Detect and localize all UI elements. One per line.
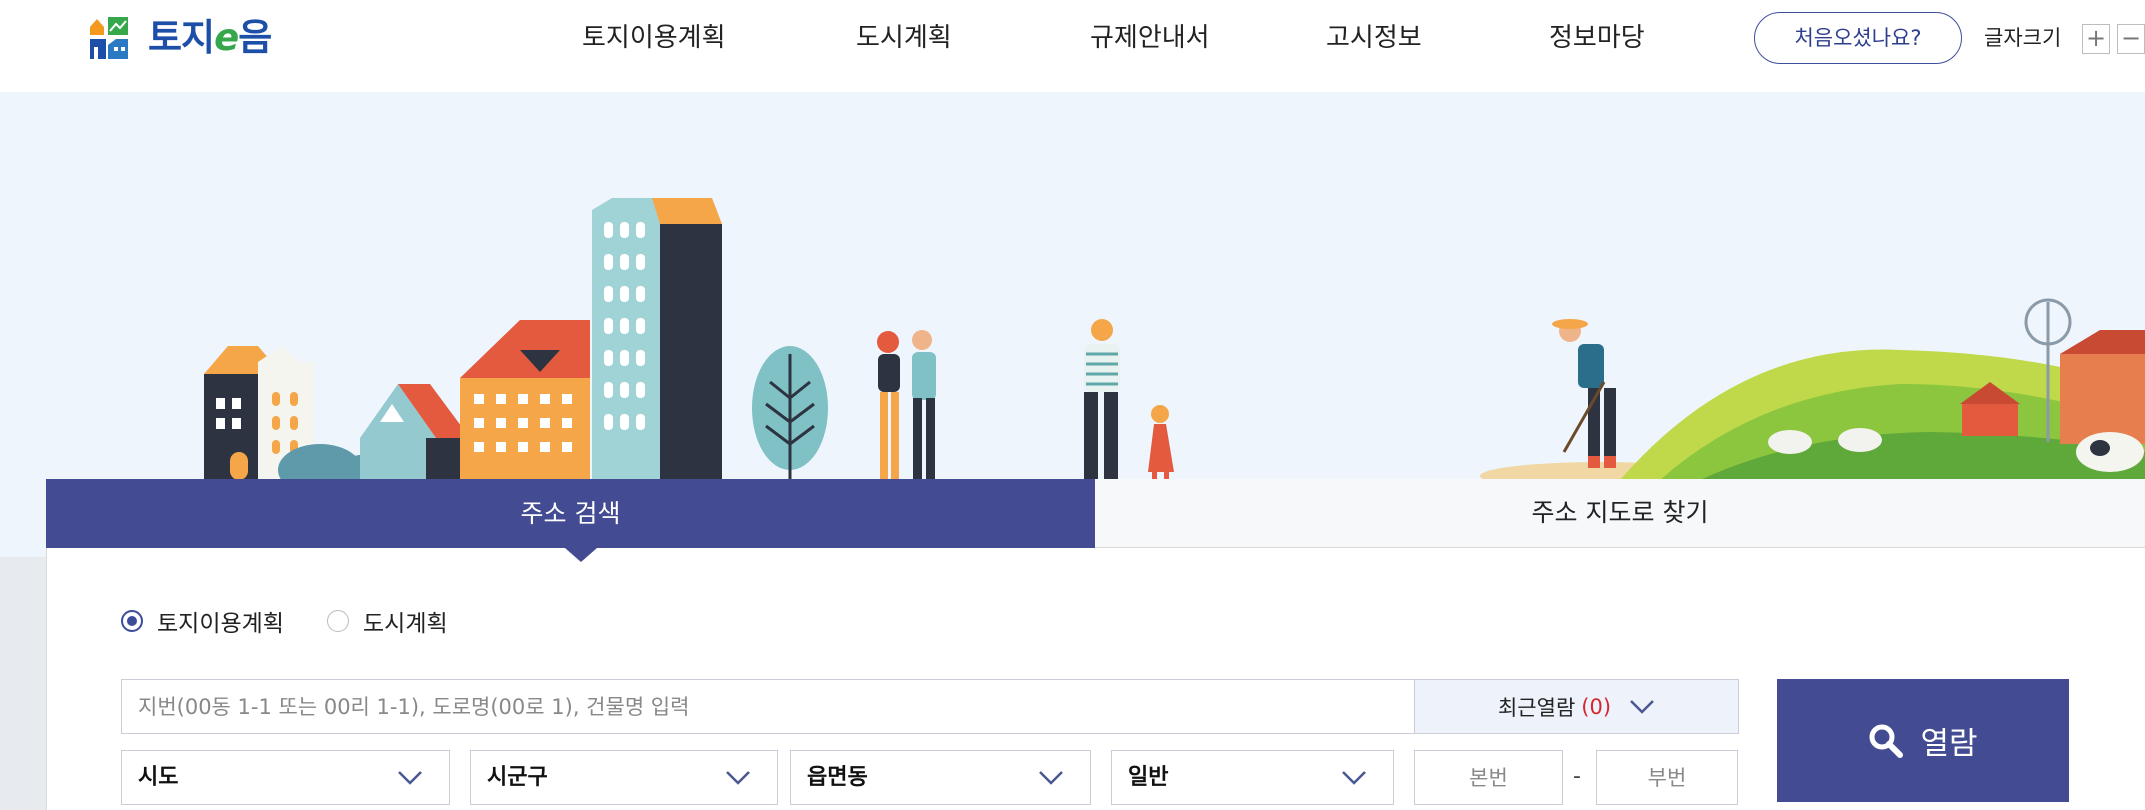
radio-label: 도시계획: [363, 611, 448, 637]
tab-address-search[interactable]: 주소 검색: [46, 479, 1095, 548]
hero-side-strip: [0, 557, 46, 810]
eupmyeondong-select-value: 읍면동: [807, 765, 868, 790]
first-visit-button[interactable]: 처음오셨나요?: [1754, 12, 1962, 64]
nav-info-plaza[interactable]: 정보마당: [1549, 0, 1645, 76]
view-button-label: 열람: [1920, 726, 1978, 762]
lot-type-select-value: 일반: [1128, 765, 1169, 790]
radio-urban-plan[interactable]: 도시계획: [327, 604, 448, 638]
active-tab-indicator: [565, 548, 597, 562]
address-search-input[interactable]: [121, 679, 1415, 734]
main-lot-number-input[interactable]: [1414, 750, 1563, 805]
radio-land-use-plan[interactable]: 토지이용계획: [121, 604, 284, 638]
sigungu-select[interactable]: 시군구: [470, 750, 778, 805]
chevron-down-icon: [726, 771, 750, 785]
font-increase-button[interactable]: +: [2082, 24, 2110, 54]
couple-illustration: [877, 330, 936, 480]
chevron-down-icon: [1342, 771, 1366, 785]
chevron-down-icon: [398, 771, 422, 785]
recent-views-count: (0): [1581, 694, 1612, 719]
lot-type-select[interactable]: 일반: [1111, 750, 1394, 805]
hero-illustration: [204, 198, 2145, 480]
farm-illustration: [1480, 298, 2145, 480]
nav-urban-plan[interactable]: 도시계획: [856, 0, 952, 76]
tower-teal-illustration: [592, 198, 722, 480]
sub-lot-number-input[interactable]: [1596, 750, 1738, 805]
radio-unchecked-icon: [327, 610, 349, 632]
sido-select[interactable]: 시도: [121, 750, 450, 805]
site-header: 토지e음 토지이용계획 도시계획 규제안내서 고시정보 정보마당 처음오셨나요?…: [0, 0, 2145, 92]
font-size-label: 글자크기: [1984, 26, 2062, 50]
font-decrease-button[interactable]: −: [2117, 24, 2145, 54]
family-illustration: [1084, 319, 1174, 480]
search-icon: [1869, 724, 1904, 758]
site-logo[interactable]: 토지e음: [88, 14, 272, 62]
house-blue-illustration: [360, 384, 470, 480]
tab-map-search[interactable]: 주소 지도로 찾기: [1095, 479, 2145, 548]
sigungu-select-value: 시군구: [487, 765, 548, 790]
recent-views-label: 최근열람: [1497, 695, 1576, 720]
recent-views-dropdown[interactable]: 최근열람 (0): [1414, 679, 1739, 734]
tree-illustration: [752, 346, 828, 480]
view-button[interactable]: 열람: [1777, 679, 2069, 802]
sido-select-value: 시도: [138, 765, 179, 790]
nav-land-use-plan[interactable]: 토지이용계획: [582, 0, 726, 76]
nav-notice-info[interactable]: 고시정보: [1326, 0, 1422, 76]
lot-number-separator: -: [1573, 764, 1581, 789]
chevron-down-icon: [1630, 699, 1654, 714]
building-orange-illustration: [460, 320, 590, 480]
radio-label: 토지이용계획: [157, 611, 284, 637]
logo-text: 토지e음: [148, 16, 272, 59]
radio-checked-icon: [121, 610, 143, 632]
logo-mark-icon: [90, 17, 128, 59]
nav-regulation-guide[interactable]: 규제안내서: [1090, 0, 1210, 76]
chevron-down-icon: [1039, 771, 1063, 785]
eupmyeondong-select[interactable]: 읍면동: [790, 750, 1091, 805]
